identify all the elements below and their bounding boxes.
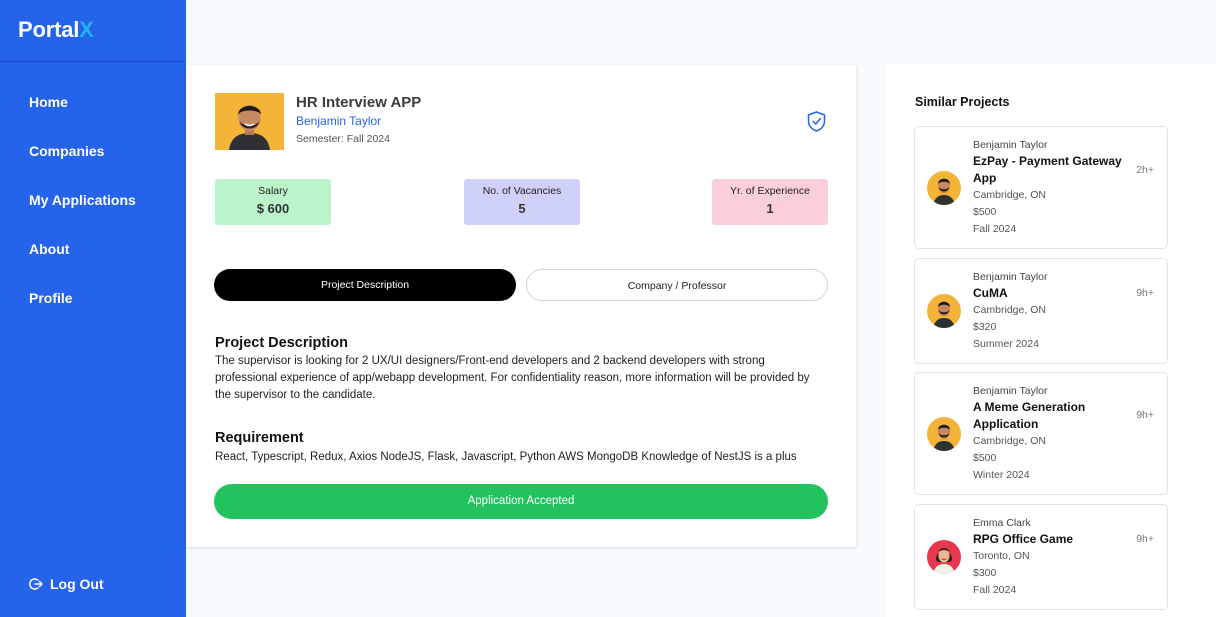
sidebar: PortalX Home Companies My Applications A… <box>0 0 186 617</box>
similar-projects-panel: Similar Projects Benjamin Taylor EzPay -… <box>886 65 1216 617</box>
similar-project-info: Benjamin Taylor EzPay - Payment Gateway … <box>973 138 1123 238</box>
similar-project-time: 9h+ <box>1136 533 1154 545</box>
similar-project-title: A Meme Generation Application <box>973 400 1086 431</box>
similar-project-salary: $500 <box>973 206 997 218</box>
verified-shield-icon[interactable] <box>807 111 826 137</box>
sidebar-item-profile[interactable]: Profile <box>0 283 186 332</box>
requirement-text: React, Typescript, Redux, Axios NodeJS, … <box>215 451 797 463</box>
project-description-heading: Project Description <box>215 335 348 351</box>
similar-project-location: Toronto, ON <box>973 550 1030 562</box>
similar-project-author: Benjamin Taylor <box>973 271 1048 283</box>
project-author-link[interactable]: Benjamin Taylor <box>296 114 381 128</box>
similar-project-time: 9h+ <box>1136 287 1154 299</box>
salary-stat: Salary $ 600 <box>215 179 331 225</box>
logo-area: PortalX <box>0 0 186 62</box>
sidebar-item-about[interactable]: About <box>0 234 186 283</box>
similar-project-time: 9h+ <box>1136 409 1154 421</box>
similar-project-salary: $300 <box>973 567 997 579</box>
similar-project-salary: $500 <box>973 452 997 464</box>
similar-project-time: 2h+ <box>1136 164 1154 176</box>
similar-project-location: Cambridge, ON <box>973 304 1046 316</box>
similar-project-info: Benjamin Taylor CuMA Cambridge, ON $320 … <box>973 270 1123 353</box>
sidebar-nav: Home Companies My Applications About Pro… <box>0 62 186 332</box>
logo[interactable]: PortalX <box>18 17 186 43</box>
similar-project-author: Benjamin Taylor <box>973 139 1048 151</box>
similar-project-salary: $320 <box>973 321 997 333</box>
logout-button[interactable]: Log Out <box>29 576 104 592</box>
similar-project-card[interactable]: Benjamin Taylor EzPay - Payment Gateway … <box>914 126 1168 249</box>
similar-project-card[interactable]: Benjamin Taylor A Meme Generation Applic… <box>914 372 1168 495</box>
sidebar-item-companies[interactable]: Companies <box>0 136 186 185</box>
vacancies-stat: No. of Vacancies 5 <box>464 179 580 225</box>
similar-project-author: Emma Clark <box>973 517 1031 529</box>
similar-project-term: Fall 2024 <box>973 584 1017 596</box>
vacancies-value: 5 <box>518 201 526 216</box>
similar-project-location: Cambridge, ON <box>973 435 1046 447</box>
sidebar-item-home[interactable]: Home <box>0 87 186 136</box>
similar-project-term: Fall 2024 <box>973 223 1017 235</box>
project-title: HR Interview APP <box>296 94 422 111</box>
vacancies-label: No. of Vacancies <box>482 185 562 197</box>
experience-label: Yr. of Experience <box>730 185 810 197</box>
similar-project-info: Emma Clark RPG Office Game Toronto, ON $… <box>973 516 1123 599</box>
salary-value: $ 600 <box>256 201 290 216</box>
similar-project-card[interactable]: Benjamin Taylor CuMA Cambridge, ON $320 … <box>914 258 1168 364</box>
similar-projects-heading: Similar Projects <box>915 95 1010 109</box>
salary-label: Salary <box>258 185 288 197</box>
logout-label: Log Out <box>50 576 104 592</box>
avatar <box>927 294 961 328</box>
project-owner-avatar <box>215 93 284 150</box>
experience-stat: Yr. of Experience 1 <box>712 179 828 225</box>
project-semester: Semester: Fall 2024 <box>296 133 390 145</box>
similar-project-location: Cambridge, ON <box>973 189 1046 201</box>
similar-project-title: EzPay - Payment Gateway App <box>973 154 1122 185</box>
similar-project-title: CuMA <box>973 286 1008 300</box>
tab-company-professor[interactable]: Company / Professor <box>526 269 828 301</box>
similar-project-term: Summer 2024 <box>973 338 1039 350</box>
similar-project-title: RPG Office Game <box>973 532 1074 546</box>
application-accepted-button[interactable]: Application Accepted <box>214 484 828 519</box>
similar-project-term: Winter 2024 <box>973 469 1030 481</box>
sidebar-item-my-applications[interactable]: My Applications <box>0 185 186 234</box>
project-description-text: The supervisor is looking for 2 UX/UI de… <box>215 355 810 402</box>
avatar <box>927 171 961 205</box>
similar-project-author: Benjamin Taylor <box>973 385 1048 397</box>
avatar <box>927 540 961 574</box>
similar-project-info: Benjamin Taylor A Meme Generation Applic… <box>973 384 1123 484</box>
requirement-heading: Requirement <box>215 430 304 446</box>
project-detail-card: HR Interview APP Benjamin Taylor Semeste… <box>186 65 856 547</box>
tab-project-description[interactable]: Project Description <box>214 269 516 301</box>
logout-icon <box>29 578 43 590</box>
avatar <box>927 417 961 451</box>
experience-value: 1 <box>766 201 774 216</box>
similar-project-card[interactable]: Emma Clark RPG Office Game Toronto, ON $… <box>914 504 1168 610</box>
